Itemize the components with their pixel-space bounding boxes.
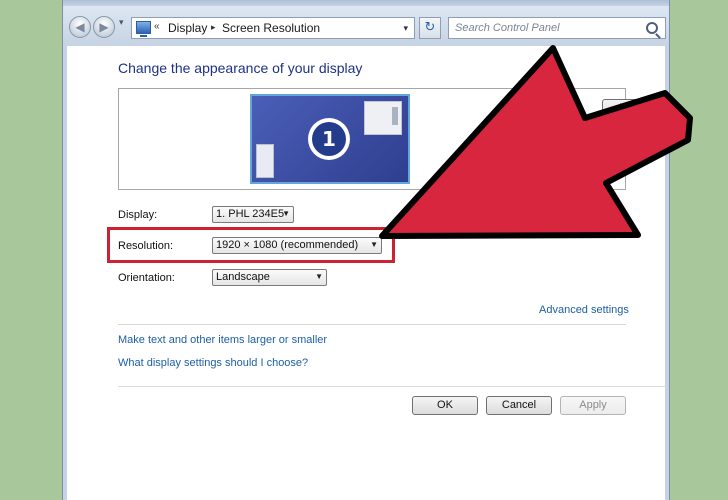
monitor-1-thumbnail[interactable]: 1: [250, 94, 410, 184]
search-placeholder: Search Control Panel: [455, 22, 560, 34]
monitor-number: 1: [312, 122, 346, 156]
orientation-select[interactable]: Landscape ▼: [212, 269, 327, 286]
monitor-preview-area: 1 Detect: [118, 88, 668, 190]
detect-button[interactable]: Detect: [602, 99, 668, 118]
monitor-window-thumbnail: [364, 101, 402, 135]
advanced-settings-link[interactable]: Advanced settings: [539, 304, 629, 316]
chevron-down-icon: ▼: [370, 240, 378, 249]
recent-pages-dropdown[interactable]: ▾: [119, 18, 124, 28]
orientation-select-value: Landscape: [216, 271, 270, 283]
cancel-button[interactable]: Cancel: [486, 396, 552, 415]
monitor-number-badge: 1: [308, 118, 350, 160]
section-divider: [118, 324, 626, 325]
ok-button[interactable]: OK: [412, 396, 478, 415]
orientation-label: Orientation:: [118, 272, 175, 284]
breadcrumb-overflow-chevron[interactable]: «: [154, 21, 160, 32]
breadcrumb-display[interactable]: Display: [168, 21, 207, 35]
chevron-down-icon: ▼: [315, 272, 323, 281]
breadcrumb-separator[interactable]: ▸: [211, 22, 216, 33]
address-dropdown-icon[interactable]: ▾: [403, 23, 408, 34]
display-select[interactable]: 1. PHL 234E5 ▼: [212, 206, 294, 223]
display-settings-help-link[interactable]: What display settings should I choose?: [118, 357, 308, 369]
button-bar-divider: [118, 386, 666, 387]
display-label: Display:: [118, 209, 158, 221]
refresh-button[interactable]: ↻: [419, 17, 441, 39]
resolution-label: Resolution:: [118, 240, 174, 252]
display-select-value: 1. PHL 234E5: [216, 208, 285, 220]
resolution-select[interactable]: 1920 × 1080 (recommended) ▼: [212, 237, 382, 254]
control-panel-icon: [136, 21, 151, 37]
text-size-link[interactable]: Make text and other items larger or smal…: [118, 334, 327, 346]
screen-resolution-window: ◀ ▶ ▾ « Display ▸ Screen Resolution ▾ ↻ …: [62, 0, 670, 500]
breadcrumb-screen-resolution[interactable]: Screen Resolution: [222, 21, 320, 35]
monitor-sidebar-thumbnail: [256, 144, 274, 178]
back-button[interactable]: ◀: [69, 16, 91, 38]
forward-button[interactable]: ▶: [93, 16, 115, 38]
page-title: Change the appearance of your display: [118, 60, 363, 76]
apply-button[interactable]: Apply: [560, 396, 626, 415]
main-content: Change the appearance of your display 1 …: [67, 46, 668, 500]
navigation-bar: ◀ ▶ ▾ « Display ▸ Screen Resolution ▾ ↻ …: [63, 6, 669, 46]
chevron-down-icon: ▼: [282, 209, 290, 218]
resolution-select-value: 1920 × 1080 (recommended): [216, 239, 359, 251]
search-icon[interactable]: [646, 22, 658, 34]
search-box[interactable]: Search Control Panel: [448, 17, 666, 39]
address-bar[interactable]: « Display ▸ Screen Resolution ▾: [131, 17, 415, 39]
